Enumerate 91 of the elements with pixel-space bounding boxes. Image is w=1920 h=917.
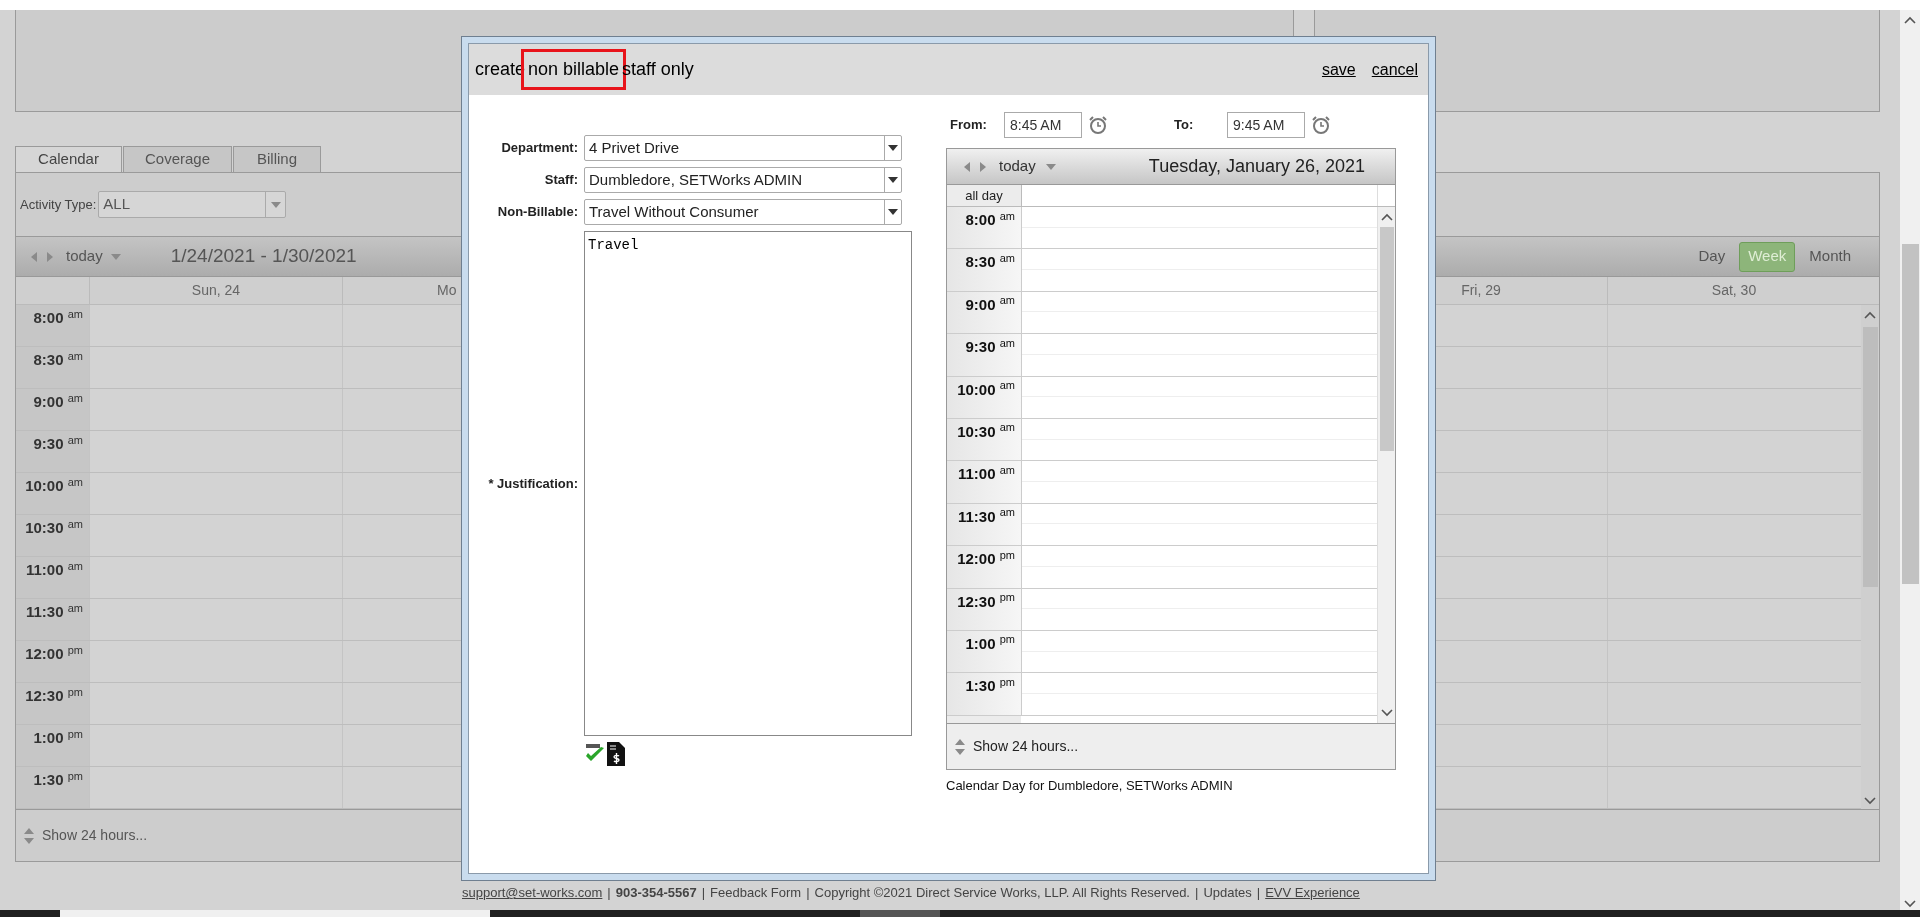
calendar-scrollbar[interactable] (1377, 207, 1395, 723)
time-label: 1:30 $^{pm}$ (947, 673, 1021, 715)
scroll-up-icon[interactable] (1904, 16, 1916, 24)
caret-icon[interactable] (110, 253, 121, 260)
footer-link[interactable]: EVV Experience (1265, 883, 1360, 903)
caret-icon[interactable] (1045, 163, 1056, 170)
time-label: 9:30 $^{am}$ (947, 334, 1021, 376)
calendar-date: Tuesday, January 26, 2021 (1148, 155, 1365, 178)
time-field[interactable]: 8:45 AM (1004, 112, 1082, 138)
previous-icon[interactable] (963, 161, 971, 172)
footer-link[interactable]: support@set-works.com (462, 883, 603, 903)
select-field[interactable]: Dumbledore, SETWorks ADMIN (584, 167, 902, 193)
time-field[interactable]: 9:45 AM (1227, 112, 1305, 138)
show-hours-link[interactable]: Show 24 hours... (42, 825, 148, 846)
tab[interactable]: Coverage (123, 146, 232, 172)
time-label: 11:30 $^{am}$ (16, 599, 89, 640)
time-label: 8:30 $^{am}$ (947, 249, 1021, 291)
expand-icon[interactable] (24, 827, 34, 844)
field-label: * Justification: (487, 474, 578, 493)
time-label: 10:30 $^{am}$ (947, 418, 1021, 461)
caret-icon (888, 177, 898, 183)
calendar-caption: Calendar Day for Dumbledore, SETWorks ADMIN (946, 777, 1234, 795)
invoice-icon[interactable] (607, 742, 625, 766)
separator: | (701, 884, 706, 903)
field-label: To: (1174, 116, 1195, 135)
today-button[interactable]: today (999, 155, 1036, 178)
phone-number: 903-354-5567 (615, 884, 697, 903)
separator: | (1256, 884, 1261, 903)
column-header: Sun, 24 (191, 281, 241, 300)
view-button[interactable]: Day (1690, 241, 1734, 272)
time-label: 10:30 $^{am}$ (16, 515, 89, 556)
dialog-link[interactable]: save (1321, 57, 1356, 82)
field-label: Activity Type: (20, 195, 97, 214)
field-label: Staff: (543, 171, 578, 190)
time-label: 11:30 $^{am}$ (947, 503, 1021, 546)
time-label: 12:00 $^{pm}$ (947, 546, 1021, 588)
tab[interactable]: Calendar (15, 146, 122, 172)
time-label: 11:00 $^{am}$ (947, 461, 1021, 503)
time-label: 11:00 $^{am}$ (16, 557, 89, 598)
scroll-down-icon[interactable] (1380, 709, 1393, 717)
next-icon[interactable] (979, 161, 987, 172)
column-header: Mo (437, 281, 457, 300)
scroll-down-icon[interactable] (1864, 797, 1876, 805)
justification-textarea[interactable]: Travel (584, 231, 912, 736)
view-button[interactable]: Month (1801, 241, 1859, 272)
scroll-down-icon[interactable] (1904, 900, 1916, 908)
next-icon[interactable] (46, 251, 54, 262)
select-field[interactable]: 4 Privet Drive (584, 135, 902, 161)
footer-text: Updates (1203, 884, 1252, 903)
clock-icon[interactable] (1311, 115, 1331, 135)
caret-icon (888, 145, 898, 151)
field-label: From: (950, 116, 988, 135)
time-label: 1:30 $^{pm}$ (16, 767, 89, 808)
scroll-up-icon[interactable] (1864, 311, 1876, 319)
date-range: 1/24/2021 - 1/30/2021 (170, 244, 357, 269)
time-label: 9:00 $^{am}$ (16, 389, 89, 430)
all-day-label: all day (965, 186, 1003, 205)
time-label: 8:00 $^{am}$ (16, 305, 89, 346)
dialog-link[interactable]: cancel (1371, 57, 1418, 82)
separator: | (1195, 884, 1199, 903)
column-header: Sat, 30 (1711, 281, 1757, 300)
field-label: Department: (500, 139, 578, 158)
time-label: 9:30 $^{am}$ (16, 431, 89, 472)
time-label: 10:00 $^{am}$ (16, 473, 89, 514)
scroll-up-icon[interactable] (1380, 213, 1393, 221)
expand-icon[interactable] (955, 738, 965, 755)
show-hours-link[interactable]: Show 24 hours... (973, 736, 1079, 757)
footer-text: Copyright ©2021 Direct Service Works, LLP. All Rights Reserved. (814, 884, 1190, 903)
column-header: Fri, 29 (1461, 281, 1501, 300)
time-label: 12:30 $^{pm}$ (16, 683, 89, 724)
footer-text: Feedback Form (710, 884, 802, 903)
caret-icon (270, 201, 281, 208)
time-label: 1:00 $^{pm}$ (947, 630, 1021, 673)
clock-icon[interactable] (1088, 115, 1108, 135)
today-button[interactable]: today (66, 245, 103, 268)
time-label: 8:30 $^{am}$ (16, 347, 89, 388)
separator: | (607, 884, 611, 903)
time-label: 10:00 $^{am}$ (947, 376, 1021, 418)
select-field[interactable]: Travel Without Consumer (584, 199, 902, 225)
caret-icon (888, 209, 898, 215)
time-label: 12:30 $^{pm}$ (947, 588, 1021, 630)
field-label: Non-Billable: (496, 203, 578, 222)
time-label: 9:00 $^{am}$ (947, 291, 1021, 334)
time-label: 1:00 $^{pm}$ (16, 725, 89, 766)
page-scrollbar[interactable] (1900, 10, 1920, 910)
separator: | (806, 884, 810, 903)
activity-type-select[interactable]: ALL (98, 191, 287, 218)
previous-icon[interactable] (30, 251, 38, 262)
time-label: 8:00 $^{am}$ (947, 207, 1021, 249)
time-label: 12:00 $^{pm}$ (16, 641, 89, 682)
tab[interactable]: Billing (233, 146, 321, 172)
